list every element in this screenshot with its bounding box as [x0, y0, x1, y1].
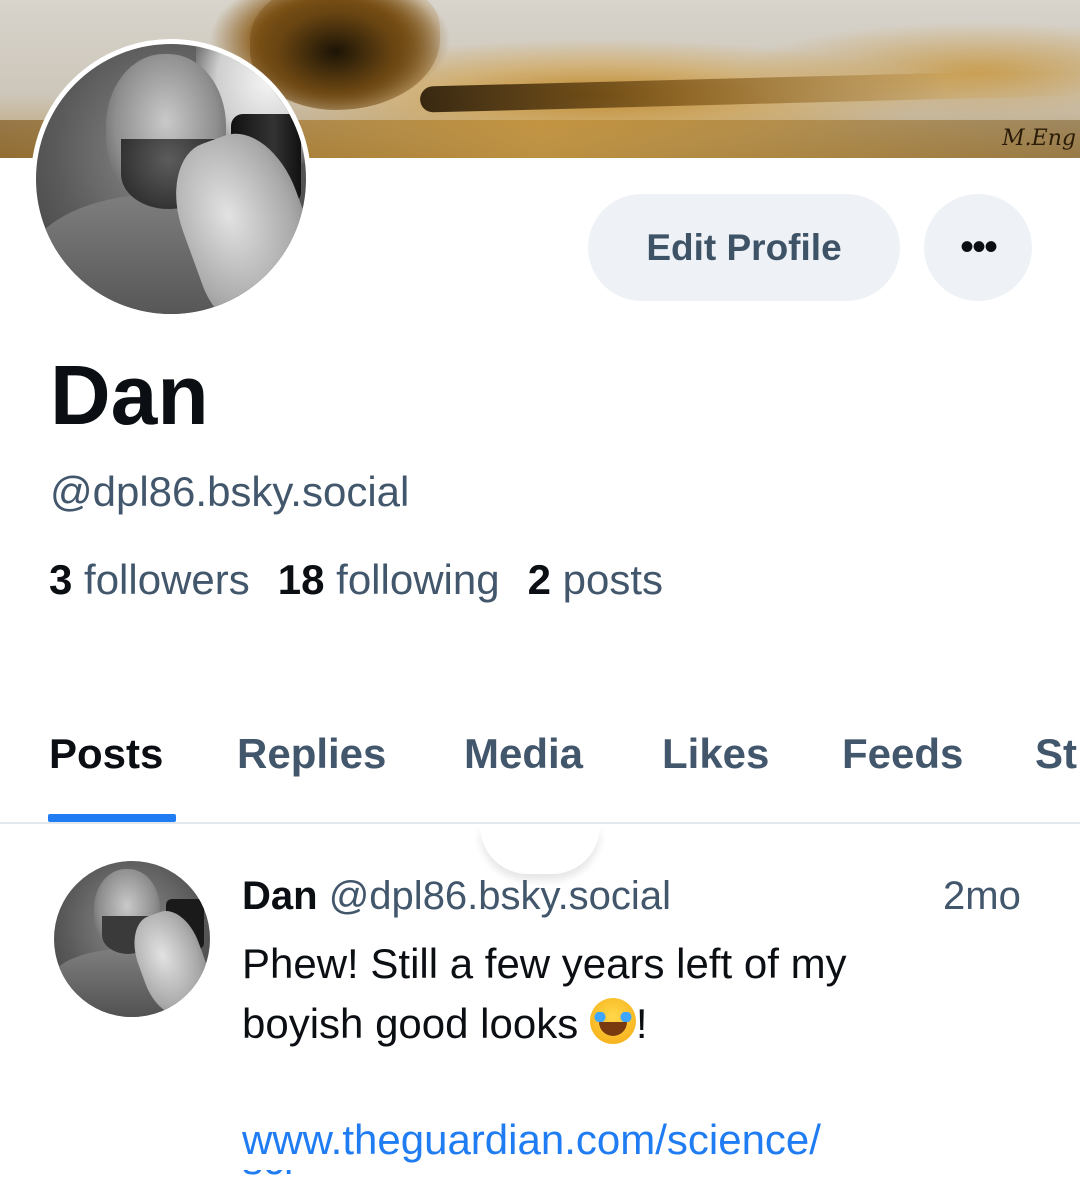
following-count: 18	[277, 556, 325, 603]
posts-stat: 2 posts	[528, 556, 663, 603]
post-author-name[interactable]: Dan	[242, 874, 318, 918]
post-link-continuation[interactable]: sci	[242, 1170, 362, 1187]
banner-art-stroke	[419, 69, 1080, 113]
post-text-fragment: !	[635, 1000, 648, 1047]
active-tab-indicator	[48, 814, 176, 822]
following-stat[interactable]: 18 following	[278, 556, 500, 603]
post-timestamp[interactable]: 2mo	[943, 868, 1021, 924]
tab-replies[interactable]: Replies	[237, 718, 386, 822]
following-label: following	[336, 556, 500, 603]
tab-feeds[interactable]: Feeds	[842, 718, 963, 822]
followers-count: 3	[49, 556, 73, 603]
more-options-button[interactable]: •••	[924, 194, 1032, 301]
posts-count: 2	[527, 556, 551, 603]
post-text: Phew! Still a few years left of my boyis…	[242, 934, 1042, 1054]
post-link[interactable]: www.theguardian.com/science/	[242, 1112, 821, 1168]
profile-handle: @dpl86.bsky.social	[50, 468, 410, 515]
followers-stat[interactable]: 3 followers	[49, 556, 250, 603]
post-link-continuation-text: sci	[242, 1170, 362, 1184]
pull-to-refresh-indicator	[480, 826, 600, 874]
tab-media[interactable]: Media	[464, 718, 583, 822]
post-header: Dan @dpl86.bsky.social	[242, 868, 1042, 924]
post-author-avatar[interactable]	[54, 861, 210, 1017]
profile-stats: 3 followers 18 following 2 posts	[49, 554, 663, 606]
profile-display-name: Dan	[50, 348, 209, 442]
post-text-line: Phew! Still a few years left of my	[242, 940, 847, 987]
profile-tabs: Posts Replies Media Likes Feeds St	[0, 718, 1080, 824]
banner-signature: M.Eng	[1002, 126, 1076, 151]
post-text-fragment: boyish good looks	[242, 1000, 590, 1047]
post-author-handle[interactable]: @dpl86.bsky.social	[329, 874, 671, 918]
posts-label: posts	[562, 556, 664, 603]
tab-likes[interactable]: Likes	[662, 718, 769, 822]
tab-posts[interactable]: Posts	[49, 718, 163, 822]
edit-profile-button[interactable]: Edit Profile	[588, 194, 900, 301]
profile-avatar[interactable]	[31, 39, 311, 319]
followers-label: followers	[84, 556, 250, 603]
tab-starter-packs[interactable]: St	[1035, 718, 1077, 822]
post-text-line: boyish good looks !	[242, 994, 1042, 1054]
tears-of-joy-emoji-icon	[589, 998, 636, 1044]
